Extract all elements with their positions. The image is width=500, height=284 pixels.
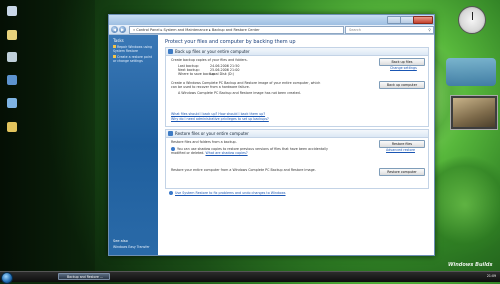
tray-clock[interactable]: 21:09 <box>456 273 498 280</box>
restore-icon <box>168 131 173 136</box>
search-input[interactable]: Search ⚲ <box>345 26 434 34</box>
complete-pc-status: A Windows Complete PC Backup and Restore… <box>178 91 301 95</box>
desktop-icon-network[interactable] <box>3 75 21 86</box>
desktop-icon-shortcut[interactable] <box>3 122 21 133</box>
title-bar[interactable] <box>109 15 434 25</box>
watermark: Windows Builds <box>448 262 493 268</box>
help-link-admin-privileges[interactable]: Why do I need administrative privileges … <box>171 117 269 121</box>
taskbar: Backup and Restore ... 21:09 <box>0 271 500 284</box>
restore-computer-button[interactable]: Restore computer <box>379 168 425 176</box>
address-bar: ◀ ▶ « Control Panel ▸ System and Mainten… <box>109 25 434 35</box>
start-button[interactable] <box>1 272 13 284</box>
taskbar-window-button[interactable]: Backup and Restore ... <box>58 273 110 280</box>
desktop-icon-internet[interactable] <box>3 98 21 109</box>
backup-section: Back up files or your entire computer Cr… <box>165 47 429 127</box>
back-up-computer-button[interactable]: Back up computer <box>379 81 425 89</box>
back-arrow-icon[interactable]: ◀ <box>111 26 118 33</box>
shadow-copy-text: You can use shadow copies to restore pre… <box>171 147 328 156</box>
forward-arrow-icon[interactable]: ▶ <box>119 26 126 33</box>
desktop-icon-computer[interactable] <box>3 6 21 17</box>
system-restore-icon <box>169 191 173 195</box>
help-link-what-files[interactable]: What files should I back up? How should … <box>171 112 265 116</box>
weather-gadget[interactable] <box>446 58 496 86</box>
breadcrumb[interactable]: « Control Panel ▸ System and Maintenance… <box>129 26 344 34</box>
desktop-icon-recycle-bin[interactable] <box>3 52 21 63</box>
search-icon[interactable]: ⚲ <box>428 27 431 33</box>
complete-pc-desc: Create a Windows Complete PC Backup and … <box>171 81 321 90</box>
main-content: Protect your files and computer by backi… <box>161 36 429 254</box>
backup-icon <box>168 49 173 54</box>
see-also-easy-transfer[interactable]: Windows Easy Transfer <box>113 245 156 249</box>
page-title: Protect your files and computer by backi… <box>165 39 296 45</box>
task-link-system-restore[interactable]: Repair Windows using System Restore <box>113 45 156 53</box>
wallpaper-shade <box>0 0 95 281</box>
advanced-restore-link[interactable]: Advanced restore <box>386 148 415 152</box>
shadow-copy-info: You can use shadow copies to restore pre… <box>171 147 331 155</box>
back-up-files-button[interactable]: Back up files <box>379 58 425 66</box>
desktop-icon-documents[interactable] <box>3 30 21 41</box>
change-settings-link[interactable]: Change settings <box>390 66 417 70</box>
slideshow-image <box>453 98 495 127</box>
clock-hand <box>471 12 473 20</box>
task-link-restore-point[interactable]: Create a restore point or change setting… <box>113 55 156 63</box>
shadow-copies-link[interactable]: What are shadow copies? <box>206 151 248 155</box>
backup-files-desc: Create backup copies of your files and f… <box>171 58 248 62</box>
backup-location-value: Local Disk (D:) <box>210 72 234 76</box>
restore-files-desc: Restore files and folders from a backup. <box>171 140 237 144</box>
restore-section-header: Restore files or your entire computer <box>166 130 428 138</box>
maximize-button[interactable] <box>400 16 414 24</box>
restore-section: Restore files or your entire computer Re… <box>165 129 429 189</box>
backup-section-header: Back up files or your entire computer <box>166 48 428 56</box>
task-label: Create a restore point or change setting… <box>113 55 152 63</box>
system-restore-link[interactable]: Use System Restore to fix problems and u… <box>169 191 286 195</box>
restore-computer-desc: Restore your entire computer from a Wind… <box>171 168 316 172</box>
see-also-heading: See also <box>113 239 128 243</box>
tasks-pane: Tasks Repair Windows using System Restor… <box>109 35 158 255</box>
close-button[interactable] <box>413 16 433 24</box>
restore-section-title: Restore files or your entire computer <box>175 131 249 136</box>
task-label: Repair Windows using System Restore <box>113 45 153 53</box>
backup-restore-window: ◀ ▶ « Control Panel ▸ System and Mainten… <box>108 14 435 256</box>
minimize-button[interactable] <box>387 16 401 24</box>
slideshow-gadget[interactable] <box>450 95 498 130</box>
tasks-heading: Tasks <box>113 38 124 43</box>
shield-icon <box>113 55 116 58</box>
search-placeholder: Search <box>349 28 362 32</box>
system-restore-link-text: Use System Restore to fix problems and u… <box>175 191 286 195</box>
shield-icon <box>113 45 116 48</box>
backup-section-title: Back up files or your entire computer <box>175 49 250 54</box>
restore-files-button[interactable]: Restore files <box>379 140 425 148</box>
clock-gadget[interactable] <box>458 6 486 34</box>
